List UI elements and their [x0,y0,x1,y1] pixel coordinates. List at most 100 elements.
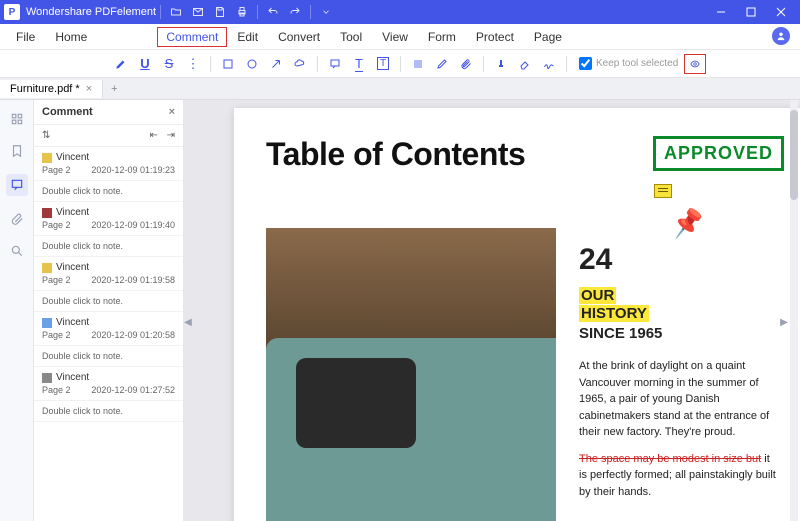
save-icon[interactable] [209,6,231,18]
left-splitter[interactable]: ◀ [184,311,192,335]
comment-toolbar: U S ⋮ T T Keep tool selected [0,50,800,78]
minimize-button[interactable] [706,0,736,24]
sticky-note-icon[interactable] [654,184,672,198]
comment-type-icon [42,153,52,163]
note-tool-icon[interactable] [324,54,346,74]
menu-tool[interactable]: Tool [330,26,372,48]
expand-icon[interactable]: ⇤ [149,130,157,141]
keep-tool-label: Keep tool selected [596,58,678,69]
comment-entry[interactable]: VincentPage 22020-12-09 01:19:23 [34,147,183,181]
workspace: Comment × ⇅ ⇤ ⇥ VincentPage 22020-12-09 … [0,100,800,521]
menu-file[interactable]: File [6,26,45,48]
approved-stamp[interactable]: APPROVED [653,136,784,171]
paragraph-2: The space may be modest in size but it i… [579,451,779,501]
menu-protect[interactable]: Protect [466,26,524,48]
right-column: 24 OUR HISTORY SINCE 1965 At the brink o… [579,243,779,510]
menu-convert[interactable]: Convert [268,26,330,48]
menu-view[interactable]: View [372,26,418,48]
menu-edit[interactable]: Edit [227,26,268,48]
comment-user: Vincent [56,152,89,163]
comment-entry[interactable]: Vincent Page 2 2020-12-09 01:20:58 [34,312,183,346]
comment-timestamp: 2020-12-09 01:19:40 [91,220,175,230]
close-button[interactable] [766,0,796,24]
tab-furniture[interactable]: Furniture.pdf * × [0,80,103,98]
signature-tool-icon[interactable] [538,54,560,74]
comment-entry[interactable]: VincentPage 22020-12-09 01:19:40 [34,202,183,236]
attachment-tool-icon[interactable] [455,54,477,74]
collapse-icon[interactable]: ⇥ [167,130,175,141]
textbox-tool-icon[interactable]: T [372,54,394,74]
comment-note-hint[interactable]: Double click to note. [34,401,183,422]
comment-panel: Comment × ⇅ ⇤ ⇥ VincentPage 22020-12-09 … [34,100,184,521]
menu-form[interactable]: Form [418,26,466,48]
app-logo-icon: P [4,4,20,20]
paragraph-1: At the brink of daylight on a quaint Van… [579,358,779,441]
pencil-tool-icon[interactable] [431,54,453,74]
cloud-tool-icon[interactable] [289,54,311,74]
left-nav-strip [0,100,34,521]
strikethrough-tool-icon[interactable]: S [158,54,180,74]
scroll-thumb[interactable] [790,110,798,200]
highlight-our[interactable]: OUR [579,287,616,304]
typewriter-tool-icon[interactable]: T [348,54,370,74]
comment-type-icon [42,318,52,328]
close-panel-icon[interactable]: × [169,106,175,118]
comment-page: Page 2 [42,165,71,175]
bookmarks-icon[interactable] [8,142,26,160]
keep-tool-checkbox[interactable]: Keep tool selected [579,57,678,70]
add-tab-button[interactable]: + [103,83,125,95]
document-tabs: Furniture.pdf * × + [0,78,800,100]
sort-icon[interactable]: ⇅ [42,130,50,141]
comment-user: Vincent [56,372,89,383]
strikethrough-text[interactable]: The space may be modest in size but [579,453,761,465]
hero-image [266,228,556,521]
panel-title: Comment [42,106,93,118]
title-bar: P Wondershare PDFelement [0,0,800,24]
stamp-tool-icon[interactable] [490,54,512,74]
oval-tool-icon[interactable] [241,54,263,74]
comment-user: Vincent [56,207,89,218]
highlight-tool-icon[interactable] [110,54,132,74]
comment-timestamp: 2020-12-09 01:20:58 [91,330,175,340]
attachments-panel-icon[interactable] [8,210,26,228]
user-avatar-icon[interactable] [772,27,790,45]
redo-icon[interactable] [284,6,306,18]
mail-icon[interactable] [187,6,209,18]
comments-panel-icon[interactable] [6,174,28,196]
comment-user: Vincent [56,317,89,328]
comment-note-hint[interactable]: Double click to note. [34,291,183,312]
search-panel-icon[interactable] [8,242,26,260]
caret-tool-icon[interactable]: ⋮ [182,54,204,74]
chevron-down-icon[interactable] [315,7,337,17]
folder-icon[interactable] [165,6,187,18]
comment-page: Page 2 [42,330,71,340]
maximize-button[interactable] [736,0,766,24]
print-icon[interactable] [231,6,253,18]
tab-label: Furniture.pdf * [10,83,80,95]
document-canvas[interactable]: ◀ Table of Contents APPROVED 📌 24 OUR HI… [184,100,800,521]
comment-entry[interactable]: VincentPage 22020-12-09 01:27:52 [34,367,183,401]
thumbnails-icon[interactable] [8,110,26,128]
undo-icon[interactable] [262,6,284,18]
highlight-history[interactable]: HISTORY [579,305,649,322]
menu-home[interactable]: Home [45,26,97,48]
comment-note-hint[interactable]: Double click to note. [34,236,183,257]
arrow-tool-icon[interactable] [265,54,287,74]
menu-comment[interactable]: Comment [157,27,227,47]
right-splitter[interactable]: ▶ [780,311,788,335]
eraser-tool-icon[interactable] [514,54,536,74]
pushpin-icon[interactable]: 📌 [670,206,706,241]
area-highlight-icon[interactable] [407,54,429,74]
comment-entry[interactable]: VincentPage 22020-12-09 01:19:58 [34,257,183,291]
vertical-scrollbar[interactable] [790,100,798,521]
comment-note-hint[interactable]: Double click to note. [34,181,183,202]
keep-tool-input[interactable] [579,57,592,70]
app-title: Wondershare PDFelement [26,6,156,18]
hide-annotations-icon[interactable] [684,54,706,74]
comment-note-hint[interactable]: Double click to note. [34,346,183,367]
comment-timestamp: 2020-12-09 01:27:52 [91,385,175,395]
menu-page[interactable]: Page [524,26,572,48]
close-tab-icon[interactable]: × [86,83,92,95]
underline-tool-icon[interactable]: U [134,54,156,74]
rectangle-tool-icon[interactable] [217,54,239,74]
